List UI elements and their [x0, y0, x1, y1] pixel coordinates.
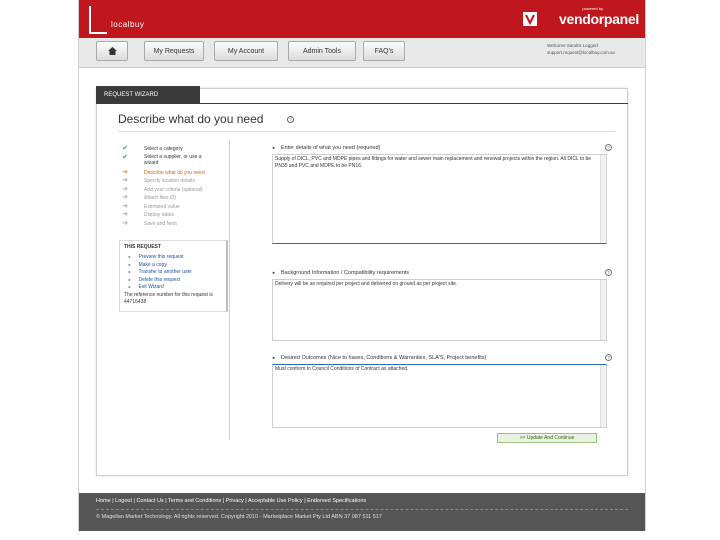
title-divider — [118, 131, 615, 132]
step-label: Display dates — [144, 212, 175, 218]
home-icon — [107, 47, 117, 55]
scrollbar[interactable] — [600, 155, 606, 243]
arrow-right-icon: ➜ — [122, 168, 128, 176]
arrow-right-icon: ➜ — [122, 177, 128, 184]
step-label: Add your criteria (optional) — [144, 186, 203, 193]
arrow-right-icon: ➜ — [122, 194, 128, 201]
scrollbar[interactable] — [600, 280, 606, 340]
footer-links[interactable]: Home | Logout | Contact Us | Terms and C… — [96, 498, 366, 504]
background-textarea[interactable]: Delivery will be as required per project… — [272, 279, 607, 341]
wizard-step-current[interactable]: ➜ Describe what do you need — [118, 169, 228, 178]
wizard-step[interactable]: ➜ Estimated value — [118, 203, 228, 212]
step-label: Describe what do you need — [144, 169, 205, 176]
localbuy-logo[interactable]: localbuy — [111, 20, 144, 29]
wizard-step[interactable]: ➜ Display dates — [118, 211, 228, 220]
help-icon[interactable]: ? — [605, 144, 612, 151]
header-bar: localbuy powered by vendorpanel — [79, 0, 645, 38]
request-actions: Preview this request Make a copy Transfe… — [128, 254, 192, 292]
update-continue-button[interactable]: >> Update And Continue — [497, 433, 597, 443]
step-label: Save and Next — [144, 220, 177, 227]
page-title: Describe what do you need — [118, 112, 264, 126]
arrow-right-icon: ➜ — [122, 211, 128, 218]
tab-underline — [96, 103, 628, 104]
footer-copyright: © Magellan Market Technology. All rights… — [96, 514, 382, 520]
help-icon[interactable]: ? — [605, 269, 612, 276]
delete-request-link[interactable]: Delete this request — [128, 277, 192, 285]
step-label: Specify location details — [144, 178, 195, 184]
step-label: Attach files (0) — [144, 195, 176, 201]
main-navigation: My Requests My Account Admin Tools FAQ's… — [79, 38, 645, 68]
user-info: Welcome Sandra Logged support.request@lo… — [547, 42, 615, 56]
outcomes-heading[interactable]: Desired Outcomes (Nice to haves, Conditi… — [272, 355, 486, 361]
reference-note: The reference number for this request is… — [124, 292, 213, 305]
nav-my-account[interactable]: My Account — [214, 41, 278, 61]
home-button[interactable] — [96, 41, 128, 61]
request-wizard-tab[interactable]: REQUEST WIZARD — [96, 86, 200, 104]
details-text: Supply of DICL, PVC and MDPE pipes and f… — [275, 156, 592, 169]
wizard-step[interactable]: ➜ Add your criteria (optional) — [118, 186, 228, 195]
arrow-right-icon: ➜ — [122, 185, 128, 193]
vendorpanel-logo[interactable]: vendorpanel — [559, 11, 639, 27]
this-request-title: THIS REQUEST — [124, 244, 161, 250]
footer-divider — [96, 509, 628, 510]
make-copy-link[interactable]: Make a copy — [128, 262, 192, 270]
arrow-right-icon: ➜ — [122, 202, 128, 210]
wizard-step[interactable]: ✔ Select a category — [118, 145, 228, 154]
page-frame: localbuy powered by vendorpanel My Reque… — [78, 0, 646, 531]
exit-wizard-link[interactable]: Exit Wizard — [128, 284, 192, 292]
wizard-step[interactable]: ➜ Specify location details — [118, 177, 228, 186]
scrollbar[interactable] — [600, 365, 606, 427]
arrow-right-icon: ➜ — [122, 219, 128, 227]
wizard-step[interactable]: ✔ Select a supplier, or use a wizard — [118, 154, 228, 169]
preview-request-link[interactable]: Preview this request — [128, 254, 192, 262]
wizard-steps: ✔ Select a category ✔ Select a supplier, o… — [118, 145, 228, 228]
nav-faqs[interactable]: FAQ's — [363, 41, 405, 61]
column-divider — [229, 140, 230, 440]
outcomes-text: Must conform to Council Conditions of Co… — [275, 366, 409, 372]
help-icon[interactable]: ? — [287, 116, 294, 123]
check-icon: ✔ — [122, 153, 128, 161]
step-label: Select a category — [144, 146, 183, 152]
step-label: Estimated value — [144, 203, 180, 210]
nav-my-requests[interactable]: My Requests — [144, 41, 204, 61]
footer: Home | Logout | Contact Us | Terms and C… — [79, 493, 645, 531]
nav-admin-tools[interactable]: Admin Tools — [288, 41, 356, 61]
details-textarea[interactable]: Supply of DICL, PVC and MDPE pipes and f… — [272, 154, 607, 244]
localbuy-logo-mark — [89, 6, 107, 34]
details-heading[interactable]: Enter details of what you need (required… — [272, 145, 380, 151]
transfer-user-link[interactable]: Transfer to another user — [128, 269, 191, 277]
help-icon[interactable]: ? — [605, 354, 612, 361]
vendorpanel-logo-icon — [523, 12, 537, 26]
user-welcome: Welcome Sandra Logged — [547, 43, 598, 48]
wizard-step[interactable]: ➜ Save and Next — [118, 220, 228, 229]
this-request-box: THIS REQUEST Preview this request Make a… — [119, 240, 228, 312]
background-text: Delivery will be as required per project… — [275, 281, 458, 287]
step-label: Select a supplier, or use a wizard — [144, 153, 202, 166]
wizard-step[interactable]: ➜ Attach files (0) — [118, 194, 228, 203]
outcomes-textarea[interactable]: Must conform to Council Conditions of Co… — [272, 364, 607, 428]
check-icon: ✔ — [122, 145, 128, 152]
background-heading[interactable]: Background Information / Compatibility r… — [272, 270, 409, 276]
user-email[interactable]: support.request@localbuy.com.au — [547, 49, 615, 56]
